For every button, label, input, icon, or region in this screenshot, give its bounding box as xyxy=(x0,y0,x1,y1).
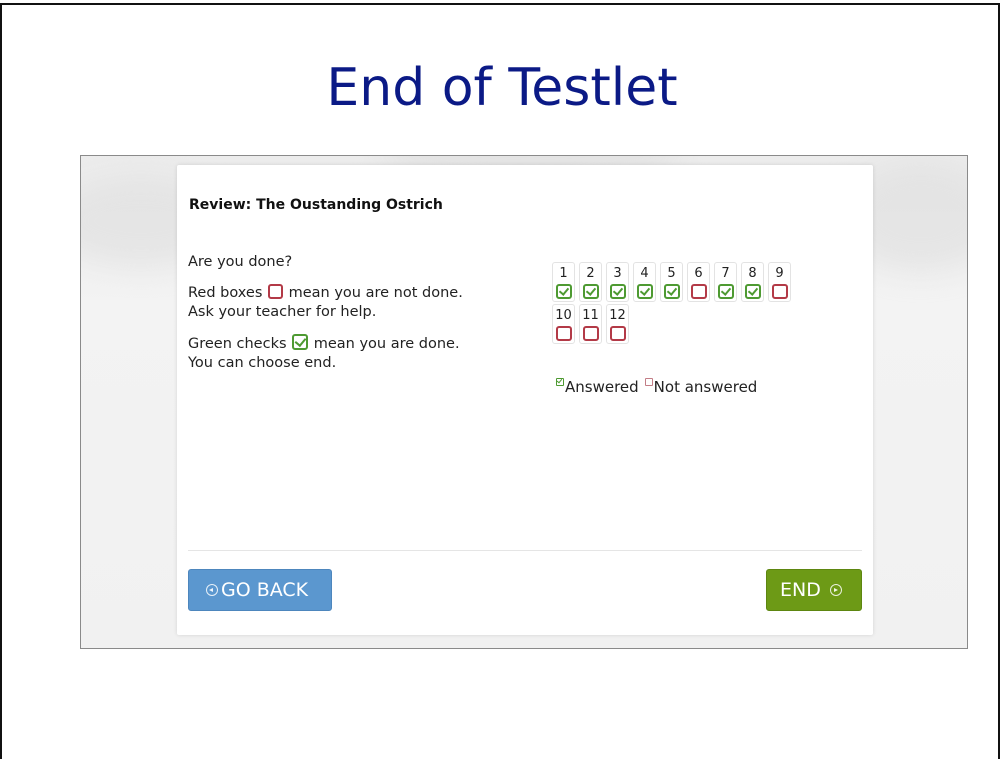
question-number: 9 xyxy=(775,266,784,281)
question-status-cell[interactable]: 11 xyxy=(579,304,602,344)
go-back-button[interactable]: GO BACK xyxy=(188,569,332,611)
question-number: 12 xyxy=(609,308,626,323)
question-status-cell[interactable]: 9 xyxy=(768,262,791,302)
testlet-screenshot: Review: The Oustanding Ostrich Are you d… xyxy=(80,155,968,649)
red-box-text-start: Red boxes xyxy=(188,285,263,301)
question-number: 11 xyxy=(582,308,599,323)
go-back-label: GO BACK xyxy=(221,579,309,601)
answered-check-icon xyxy=(663,284,680,299)
review-title: Review: The Oustanding Ostrich xyxy=(189,197,443,213)
question-number: 1 xyxy=(559,266,568,281)
answered-legend-label: Answered xyxy=(565,378,639,396)
green-check-icon xyxy=(292,334,309,350)
question-status-cell[interactable]: 4 xyxy=(633,262,656,302)
question-status-cell[interactable]: 12 xyxy=(606,304,629,344)
status-legend: Answered Not answered xyxy=(556,378,757,396)
done-question: Are you done? xyxy=(188,254,293,270)
not-answered-box-icon xyxy=(771,284,788,299)
answered-check-icon xyxy=(582,284,599,299)
question-number: 3 xyxy=(613,266,622,281)
question-number: 5 xyxy=(667,266,676,281)
question-number: 4 xyxy=(640,266,649,281)
question-status-cell[interactable]: 8 xyxy=(741,262,764,302)
answered-check-icon xyxy=(555,284,572,299)
answered-check-icon xyxy=(744,284,761,299)
question-status-cell[interactable]: 3 xyxy=(606,262,629,302)
question-status-cell[interactable]: 10 xyxy=(552,304,575,344)
question-status-cell[interactable]: 5 xyxy=(660,262,683,302)
not-answered-box-icon xyxy=(690,284,707,299)
not-answered-box-icon xyxy=(609,326,626,341)
question-status-cell[interactable]: 7 xyxy=(714,262,737,302)
review-instructions: Are you done? Red boxes mean you are not… xyxy=(188,253,478,385)
end-label: END xyxy=(780,579,821,601)
slide-title: End of Testlet xyxy=(326,58,678,118)
end-button[interactable]: END xyxy=(766,569,862,611)
divider xyxy=(188,550,862,551)
answered-check-icon xyxy=(636,284,653,299)
review-panel: Review: The Oustanding Ostrich Are you d… xyxy=(177,165,873,635)
question-status-cell[interactable]: 2 xyxy=(579,262,602,302)
question-number: 2 xyxy=(586,266,595,281)
arrow-left-circle-icon xyxy=(206,584,218,596)
question-status-cell[interactable]: 1 xyxy=(552,262,575,302)
not-answered-box-icon xyxy=(582,326,599,341)
green-check-text-start: Green checks xyxy=(188,336,287,352)
question-number: 8 xyxy=(748,266,757,281)
green-check-explanation: Green checks mean you are done. You can … xyxy=(188,334,478,373)
not-answered-legend-label: Not answered xyxy=(653,378,758,396)
question-number: 10 xyxy=(555,308,572,323)
question-number: 7 xyxy=(721,266,730,281)
arrow-right-circle-icon xyxy=(829,584,842,596)
answered-check-icon xyxy=(717,284,734,299)
answered-check-icon xyxy=(609,284,626,299)
not-answered-box-icon xyxy=(555,326,572,341)
red-box-icon xyxy=(268,284,284,299)
question-status-grid: 1 2 3 4 5 6 7 8 9 10 11 12 xyxy=(552,262,812,346)
question-row: 1 2 3 4 5 6 7 8 9 xyxy=(552,262,812,302)
not-answered-legend-icon xyxy=(644,378,653,386)
question-row: 10 11 12 xyxy=(552,304,812,344)
question-status-cell[interactable]: 6 xyxy=(687,262,710,302)
question-number: 6 xyxy=(694,266,703,281)
red-box-explanation: Red boxes mean you are not done. Ask you… xyxy=(188,284,478,322)
answered-legend-icon xyxy=(556,378,564,386)
